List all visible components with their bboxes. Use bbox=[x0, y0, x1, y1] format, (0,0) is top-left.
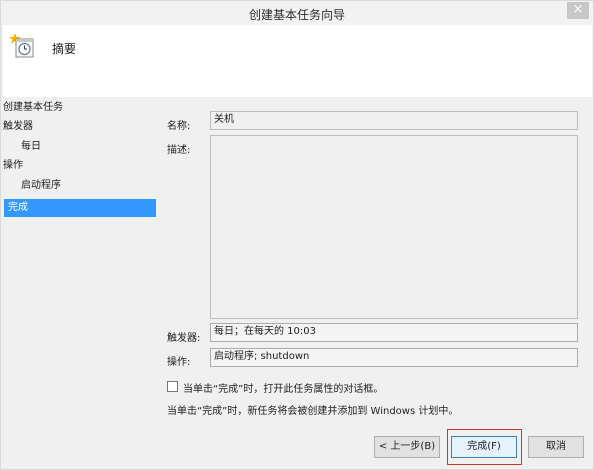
action-label: 操作: bbox=[167, 357, 191, 368]
close-button[interactable]: × bbox=[567, 2, 589, 19]
wizard-steps-sidebar: 创建基本任务 触发器 每日 操作 启动程序 完成 bbox=[1, 97, 157, 457]
name-label: 名称: bbox=[167, 121, 191, 132]
finish-info-text: 当单击“完成”时，新任务将会被创建并添加到 Windows 计划中。 bbox=[167, 406, 459, 417]
description-field[interactable] bbox=[210, 135, 578, 319]
title-bar: 创建基本任务向导 × bbox=[1, 1, 593, 25]
task-scheduler-icon bbox=[9, 31, 35, 61]
finish-button[interactable]: 完成(F) bbox=[451, 436, 517, 458]
trigger-label: 触发器: bbox=[167, 333, 201, 344]
close-icon: × bbox=[572, 2, 584, 17]
window-title: 创建基本任务向导 bbox=[248, 8, 345, 22]
trigger-field[interactable]: 每日；在每天的 10:03 bbox=[210, 323, 578, 342]
wizard-header: 摘要 bbox=[3, 25, 592, 97]
wizard-window: 创建基本任务向导 × 摘要 创建基本任务 触发器 每日 操作 启动程序 完成 名… bbox=[0, 0, 594, 470]
sidebar-item-start-program[interactable]: 启动程序 bbox=[3, 177, 61, 195]
name-field[interactable]: 关机 bbox=[210, 111, 578, 130]
open-properties-checkbox[interactable] bbox=[167, 381, 178, 392]
page-title: 摘要 bbox=[52, 42, 77, 56]
action-field[interactable]: 启动程序; shutdown bbox=[210, 348, 578, 367]
sidebar-item-action[interactable]: 操作 bbox=[3, 157, 23, 175]
sidebar-item-daily[interactable]: 每日 bbox=[3, 138, 41, 156]
description-label: 描述: bbox=[167, 145, 191, 156]
sidebar-item-create-basic-task[interactable]: 创建基本任务 bbox=[3, 99, 63, 117]
back-button[interactable]: < 上一步(B) bbox=[374, 436, 440, 458]
sidebar-item-finish[interactable]: 完成 bbox=[4, 199, 156, 217]
cancel-button[interactable]: 取消 bbox=[528, 436, 584, 458]
open-properties-label[interactable]: 当单击“完成”时，打开此任务属性的对话框。 bbox=[183, 380, 383, 395]
sidebar-item-trigger[interactable]: 触发器 bbox=[3, 118, 33, 136]
